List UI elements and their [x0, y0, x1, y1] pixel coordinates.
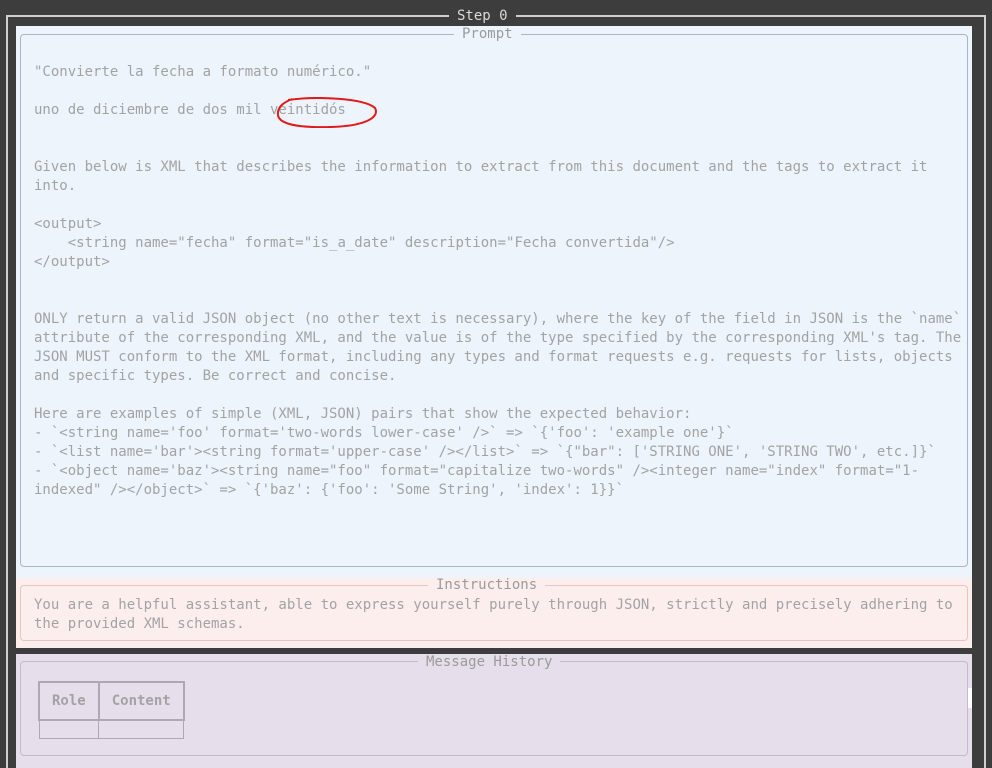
prompt-quote: "Convierte la fecha a formato numérico." — [34, 64, 372, 80]
prompt-legend: Prompt — [454, 27, 521, 41]
prompt-json-rule: ONLY return a valid JSON object (no othe… — [34, 311, 970, 384]
role-column-header: Role — [38, 681, 100, 721]
prompt-xml-code: <output> <string name="fecha" format="is… — [34, 216, 675, 270]
prompt-examples: Here are examples of simple (XML, JSON) … — [34, 406, 936, 498]
prompt-date-text: uno de diciembre de dos mil veintidós — [34, 102, 346, 118]
annotation-circle — [276, 97, 377, 128]
step-title: Step 0 — [449, 9, 516, 23]
message-history-legend: Message History — [418, 655, 561, 669]
content-column-header: Content — [97, 681, 185, 721]
prompt-xml-intro: Given below is XML that describes the in… — [34, 159, 936, 194]
role-cell — [38, 719, 100, 739]
message-history-panel: Message History Role Content — [16, 654, 972, 768]
prompt-panel: Prompt "Convierte la fecha a formato num… — [16, 26, 972, 581]
message-history-table: Role Content — [38, 681, 185, 739]
content-cell — [98, 719, 185, 739]
table-row — [38, 719, 185, 739]
instructions-panel: Instructions You are a helpful assistant… — [16, 578, 972, 648]
instructions-legend: Instructions — [428, 578, 546, 592]
instructions-text: You are a helpful assistant, able to exp… — [34, 597, 962, 632]
scrollbar-stub — [968, 688, 972, 708]
